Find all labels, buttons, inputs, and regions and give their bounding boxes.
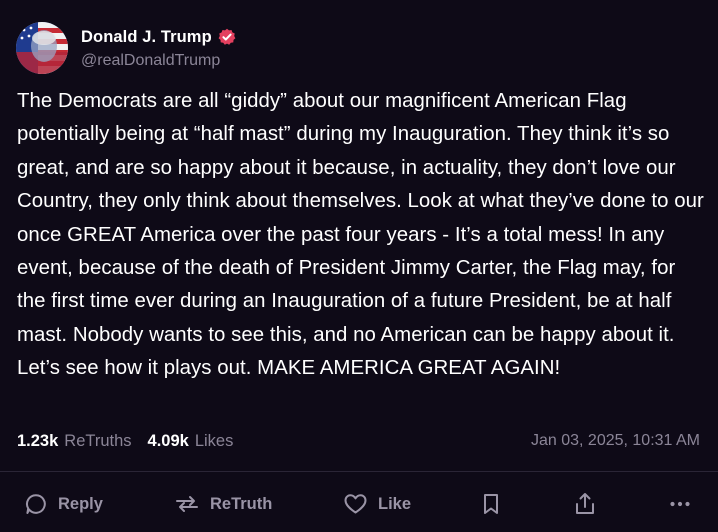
post-header: Donald J. Trump @realDonaldTrump xyxy=(16,22,236,78)
share-button[interactable] xyxy=(573,484,597,524)
author-handle[interactable]: @realDonaldTrump xyxy=(81,52,236,70)
retruths-label: ReTruths xyxy=(64,431,132,450)
more-icon xyxy=(670,501,690,507)
author-names: Donald J. Trump @realDonaldTrump xyxy=(81,22,236,70)
likes-stat[interactable]: 4.09k Likes xyxy=(148,432,234,451)
likes-label: Likes xyxy=(194,431,234,450)
bookmark-icon xyxy=(484,494,498,514)
reply-icon xyxy=(26,494,46,514)
display-name[interactable]: Donald J. Trump xyxy=(81,28,212,47)
post-text: The Democrats are all “giddy” about our … xyxy=(17,90,704,380)
heart-icon xyxy=(344,494,367,514)
display-name-row: Donald J. Trump xyxy=(81,27,236,47)
avatar-image xyxy=(16,22,68,74)
retruths-count: 1.23k xyxy=(17,431,59,450)
divider xyxy=(0,471,718,472)
bookmark-button[interactable] xyxy=(480,484,502,524)
like-button[interactable]: Like xyxy=(343,484,411,524)
post-stats: 1.23k ReTruths 4.09k Likes Jan 03, 2025,… xyxy=(17,430,700,452)
likes-count: 4.09k xyxy=(147,431,189,450)
post-card: Donald J. Trump @realDonaldTrump The Dem… xyxy=(0,0,718,532)
retruths-stat[interactable]: 1.23k ReTruths xyxy=(17,432,132,451)
share-icon xyxy=(576,493,594,514)
action-bar: Reply ReTruth Like xyxy=(0,484,718,524)
avatar[interactable] xyxy=(16,22,68,74)
reply-label: Reply xyxy=(58,494,103,513)
retruth-button[interactable]: ReTruth xyxy=(174,484,272,524)
like-label: Like xyxy=(378,494,412,513)
reply-button[interactable]: Reply xyxy=(24,484,103,524)
more-button[interactable] xyxy=(668,484,692,524)
verified-badge-icon xyxy=(218,28,236,46)
retruth-icon xyxy=(176,496,198,512)
post-timestamp[interactable]: Jan 03, 2025, 10:31 AM xyxy=(531,432,700,450)
retruth-label: ReTruth xyxy=(210,494,273,513)
